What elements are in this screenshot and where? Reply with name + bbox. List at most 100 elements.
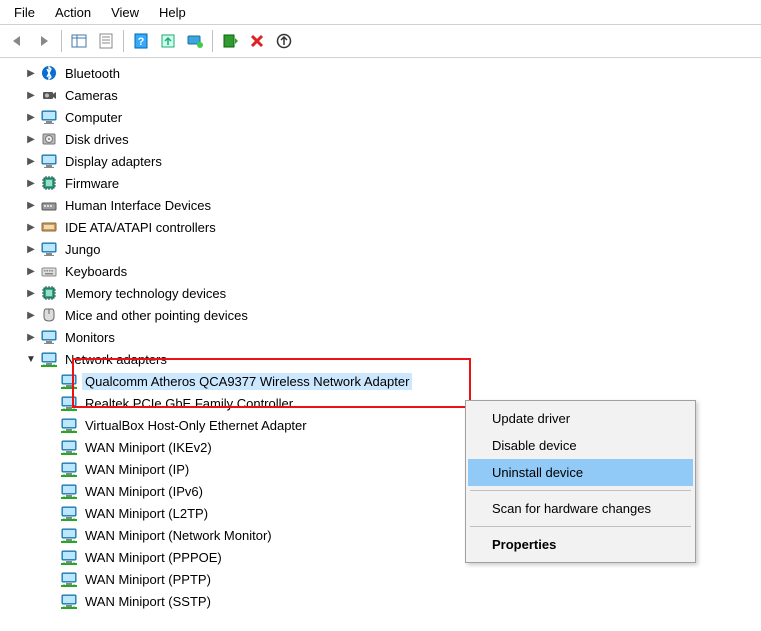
mouse-icon bbox=[40, 306, 58, 324]
expand-icon bbox=[44, 396, 58, 410]
tree-item[interactable]: ▼ Network adapters bbox=[4, 348, 761, 370]
tree-item-label: WAN Miniport (SSTP) bbox=[82, 593, 214, 610]
disk-icon bbox=[40, 130, 58, 148]
menu-action[interactable]: Action bbox=[45, 3, 101, 22]
tree-item-label: Monitors bbox=[62, 329, 118, 346]
expand-icon[interactable]: ▶ bbox=[24, 286, 38, 300]
remote-button[interactable] bbox=[182, 28, 208, 54]
tree-item[interactable]: ▶ Memory technology devices bbox=[4, 282, 761, 304]
tree-item-label: WAN Miniport (PPPOE) bbox=[82, 549, 225, 566]
tree-item[interactable]: ▶ Monitors bbox=[4, 326, 761, 348]
tree-item-label: WAN Miniport (Network Monitor) bbox=[82, 527, 275, 544]
expand-icon bbox=[44, 594, 58, 608]
ctx-separator bbox=[470, 490, 691, 491]
tree-item[interactable]: ▶ Jungo bbox=[4, 238, 761, 260]
expand-icon bbox=[44, 418, 58, 432]
expand-icon[interactable]: ▶ bbox=[24, 308, 38, 322]
ctx-scan-hardware[interactable]: Scan for hardware changes bbox=[468, 495, 693, 522]
scan-button[interactable] bbox=[155, 28, 181, 54]
chip-icon bbox=[40, 284, 58, 302]
help-button[interactable] bbox=[128, 28, 154, 54]
monitor-icon bbox=[40, 108, 58, 126]
tree-item[interactable]: ▶ Display adapters bbox=[4, 150, 761, 172]
ctx-separator bbox=[470, 526, 691, 527]
tree-item[interactable]: WAN Miniport (PPTP) bbox=[4, 568, 761, 590]
toolbar bbox=[0, 25, 761, 58]
tree-item-label: Bluetooth bbox=[62, 65, 123, 82]
tree-item-label: Network adapters bbox=[62, 351, 170, 368]
enable-button[interactable] bbox=[217, 28, 243, 54]
menu-help[interactable]: Help bbox=[149, 3, 196, 22]
tree-item[interactable]: ▶Firmware bbox=[4, 172, 761, 194]
tree-item[interactable]: ▶ Mice and other pointing devices bbox=[4, 304, 761, 326]
monitor-icon bbox=[40, 328, 58, 346]
ctx-uninstall-device[interactable]: Uninstall device bbox=[468, 459, 693, 486]
net-icon bbox=[60, 548, 78, 566]
ctx-disable-device[interactable]: Disable device bbox=[468, 432, 693, 459]
expand-icon bbox=[44, 550, 58, 564]
update-button[interactable] bbox=[271, 28, 297, 54]
tree-item-label: Disk drives bbox=[62, 131, 132, 148]
tree-item-label: WAN Miniport (IP) bbox=[82, 461, 192, 478]
net-icon bbox=[60, 460, 78, 478]
tree-item-label: Jungo bbox=[62, 241, 103, 258]
expand-icon bbox=[44, 506, 58, 520]
expand-icon[interactable]: ▶ bbox=[24, 198, 38, 212]
tree-item[interactable]: WAN Miniport (SSTP) bbox=[4, 590, 761, 612]
expand-icon bbox=[44, 484, 58, 498]
tree-item-label: WAN Miniport (L2TP) bbox=[82, 505, 211, 522]
forward-button[interactable] bbox=[31, 28, 57, 54]
menubar: File Action View Help bbox=[0, 0, 761, 25]
hid-icon bbox=[40, 196, 58, 214]
expand-icon[interactable]: ▶ bbox=[24, 154, 38, 168]
properties-button[interactable] bbox=[93, 28, 119, 54]
tree-item-label: Cameras bbox=[62, 87, 121, 104]
tree-item[interactable]: ▶IDE ATA/ATAPI controllers bbox=[4, 216, 761, 238]
expand-icon[interactable]: ▶ bbox=[24, 88, 38, 102]
show-hide-tree-button[interactable] bbox=[66, 28, 92, 54]
menu-view[interactable]: View bbox=[101, 3, 149, 22]
tree-item[interactable]: ▶ Computer bbox=[4, 106, 761, 128]
uninstall-button[interactable] bbox=[244, 28, 270, 54]
expand-icon[interactable]: ▶ bbox=[24, 176, 38, 190]
chip-icon bbox=[40, 174, 58, 192]
tree-item-label: WAN Miniport (PPTP) bbox=[82, 571, 214, 588]
monitor-icon bbox=[40, 152, 58, 170]
expand-icon[interactable]: ▶ bbox=[24, 110, 38, 124]
expand-icon[interactable]: ▶ bbox=[24, 330, 38, 344]
tree-item[interactable]: ▶ Cameras bbox=[4, 84, 761, 106]
expand-icon[interactable]: ▶ bbox=[24, 66, 38, 80]
net-icon bbox=[60, 592, 78, 610]
expand-icon[interactable]: ▶ bbox=[24, 264, 38, 278]
tree-item-label: Display adapters bbox=[62, 153, 165, 170]
tree-item[interactable]: Qualcomm Atheros QCA9377 Wireless Networ… bbox=[4, 370, 761, 392]
tree-item[interactable]: ▶ Disk drives bbox=[4, 128, 761, 150]
tree-item-label: Memory technology devices bbox=[62, 285, 229, 302]
ctx-update-driver[interactable]: Update driver bbox=[468, 405, 693, 432]
keyboard-icon bbox=[40, 262, 58, 280]
tree-item-label: WAN Miniport (IKEv2) bbox=[82, 439, 215, 456]
tree-item[interactable]: ▶ Human Interface Devices bbox=[4, 194, 761, 216]
tree-item[interactable]: ▶Keyboards bbox=[4, 260, 761, 282]
expand-icon[interactable]: ▶ bbox=[24, 132, 38, 146]
expand-icon[interactable]: ▶ bbox=[24, 220, 38, 234]
net-icon bbox=[60, 394, 78, 412]
net-icon bbox=[40, 350, 58, 368]
expand-icon bbox=[44, 528, 58, 542]
expand-icon[interactable]: ▶ bbox=[24, 242, 38, 256]
menu-file[interactable]: File bbox=[4, 3, 45, 22]
back-button[interactable] bbox=[4, 28, 30, 54]
tree-item-label: Human Interface Devices bbox=[62, 197, 214, 214]
net-icon bbox=[60, 372, 78, 390]
tree-item-label: Mice and other pointing devices bbox=[62, 307, 251, 324]
expand-icon bbox=[44, 374, 58, 388]
tree-item-label: Computer bbox=[62, 109, 125, 126]
tree-item[interactable]: ▶ Bluetooth bbox=[4, 62, 761, 84]
ctx-properties[interactable]: Properties bbox=[468, 531, 693, 558]
expand-icon[interactable]: ▼ bbox=[24, 352, 38, 366]
net-icon bbox=[60, 482, 78, 500]
tree-item-label: WAN Miniport (IPv6) bbox=[82, 483, 206, 500]
expand-icon bbox=[44, 440, 58, 454]
tree-item-label: Realtek PCIe GbE Family Controller bbox=[82, 395, 296, 412]
net-icon bbox=[60, 526, 78, 544]
